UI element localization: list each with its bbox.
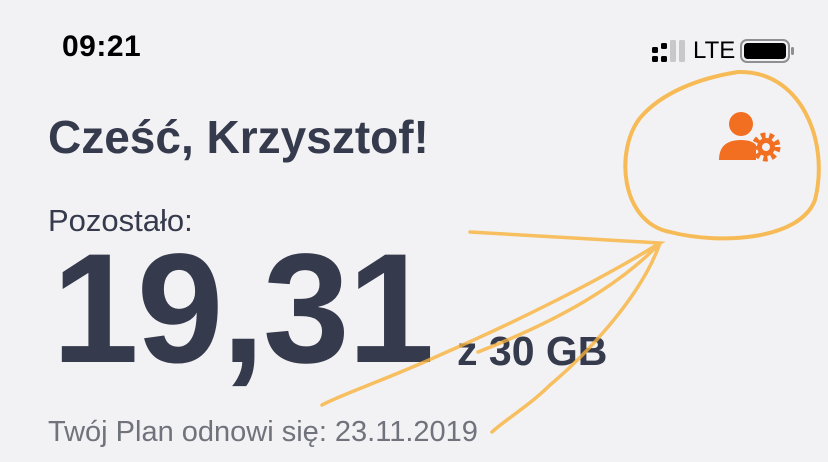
signal-icon [652,40,685,62]
status-time: 09:21 [62,30,142,63]
network-type: LTE [693,37,736,64]
remaining-data-value: 19,31 [52,222,434,396]
profile-settings-icon [719,112,781,162]
plan-renewal-date: Twój Plan odnowi się: 23.11.2019 [48,416,478,448]
profile-settings-button[interactable] [716,110,784,166]
greeting-title: Cześć, Krzysztof! [48,111,429,163]
status-bar: 09:21 LTE [0,0,828,90]
battery-icon [740,39,794,63]
data-quota: z 30 GB [457,328,608,374]
